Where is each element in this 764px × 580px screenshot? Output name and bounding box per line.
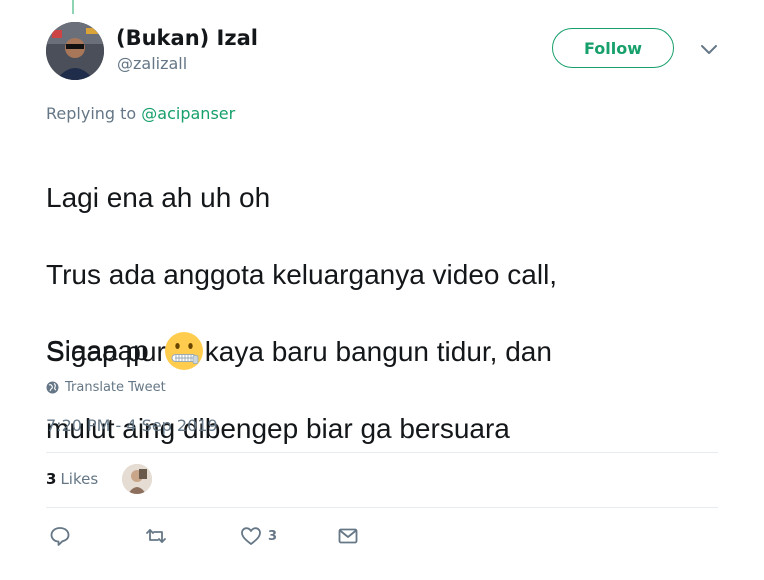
display-name[interactable]: (Bukan) Izal <box>116 26 258 50</box>
retweet-icon <box>146 529 166 543</box>
replying-prefix: Replying to <box>46 104 137 123</box>
envelope-icon <box>338 528 358 544</box>
tweet-timestamp[interactable]: 7:20 PM - 4 Sep 2019 <box>46 416 218 435</box>
translate-tweet-link[interactable]: Translate Tweet <box>46 380 166 395</box>
liker-avatar[interactable] <box>122 464 152 494</box>
tweet-final-text: Siaaaap <box>46 335 149 366</box>
translate-label[interactable]: Translate Tweet <box>65 380 166 395</box>
heart-icon <box>241 527 261 545</box>
direct-message-button[interactable] <box>337 524 359 548</box>
zipper-mouth-face-icon <box>164 332 203 370</box>
divider <box>46 507 718 508</box>
likes-count-link[interactable]: 3 Likes <box>46 470 98 488</box>
tweet-final-line: Siaaaap <box>46 330 205 372</box>
like-count: 3 <box>268 528 278 544</box>
like-button[interactable]: 3 <box>240 524 277 548</box>
likes-label: Likes <box>60 470 99 488</box>
likes-count: 3 <box>46 470 57 488</box>
retweet-button[interactable] <box>145 524 167 548</box>
tweet-text-line: Lagi ena ah uh oh <box>46 181 271 213</box>
follow-button[interactable]: Follow <box>552 28 674 68</box>
reply-button[interactable] <box>49 524 71 548</box>
divider <box>46 452 718 453</box>
reply-icon <box>50 527 70 546</box>
chevron-down-icon[interactable] <box>699 42 719 58</box>
tweet-text-line: Trus ada anggota keluarganya video call, <box>46 258 558 290</box>
globe-icon <box>46 381 59 394</box>
avatar[interactable] <box>46 22 104 80</box>
thread-connector-line <box>72 0 74 14</box>
replying-mention-link[interactable]: @acipanser <box>141 104 235 123</box>
replying-to: Replying to @acipanser <box>46 104 235 123</box>
user-handle[interactable]: @zalizall <box>117 54 187 73</box>
